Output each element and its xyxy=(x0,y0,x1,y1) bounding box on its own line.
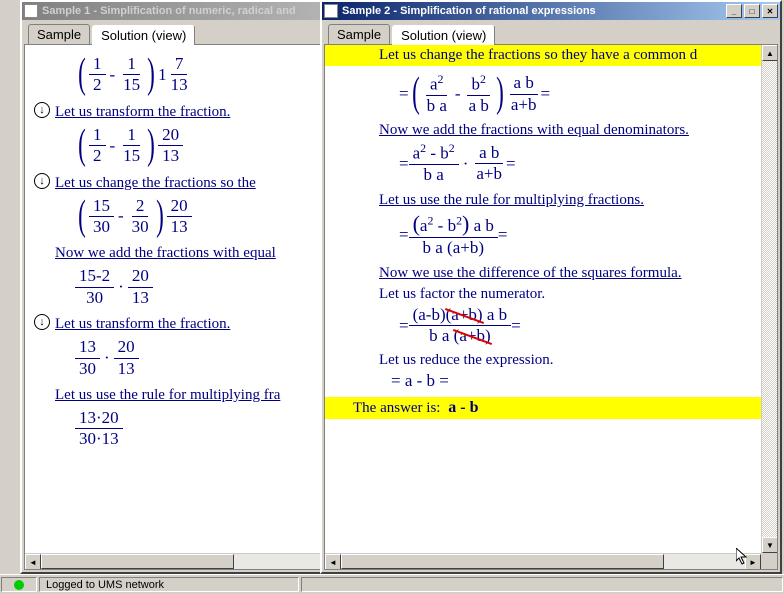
scrollbar-vertical[interactable]: ▲▼ xyxy=(761,45,777,553)
status-led-cell xyxy=(1,577,37,592)
minimize-button[interactable]: _ xyxy=(726,4,742,18)
solution-content: Let us change the fractions so they have… xyxy=(325,45,761,553)
status-bar: Logged to UMS network xyxy=(0,574,784,594)
status-spacer xyxy=(301,577,783,592)
step-text: Let us factor the numerator. xyxy=(379,282,759,303)
status-text: Logged to UMS network xyxy=(39,577,299,592)
highlight-banner: Let us change the fractions so they have… xyxy=(325,45,761,66)
window-sample2: Sample 2 - Simplification of rational ex… xyxy=(320,0,782,574)
step-text: Now we use the difference of the squares… xyxy=(379,261,759,282)
step-text: Now we add the fractions with equal deno… xyxy=(379,118,759,139)
expand-icon[interactable]: ↓ xyxy=(34,102,50,118)
tab-sample[interactable]: Sample xyxy=(328,24,390,44)
step-text: Let us reduce the expression. xyxy=(379,348,759,369)
title-text: Sample 2 - Simplification of rational ex… xyxy=(342,5,726,17)
scrollbar-horizontal[interactable]: ◄► xyxy=(325,553,761,569)
app-icon xyxy=(324,4,338,18)
maximize-button[interactable]: □ xyxy=(744,4,760,18)
expand-icon[interactable]: ↓ xyxy=(34,173,50,189)
tab-solution[interactable]: Solution (view) xyxy=(92,25,195,45)
expand-icon[interactable]: ↓ xyxy=(34,314,50,330)
close-button[interactable]: ✕ xyxy=(762,4,778,18)
math-expr: = a2 - b2b a · a ba+b = xyxy=(379,139,759,187)
step-text: Let us use the rule for multiplying frac… xyxy=(379,188,759,209)
math-expr: = a - b = xyxy=(379,369,759,393)
math-expr: = (a2 - b2) a b b a (a+b) = xyxy=(379,209,759,261)
tab-row: Sample Solution (view) xyxy=(324,22,778,45)
app-icon xyxy=(24,4,38,18)
tab-solution[interactable]: Solution (view) xyxy=(392,25,495,45)
answer-row: The answer is: a - b xyxy=(325,397,761,419)
status-led-icon xyxy=(14,580,24,590)
math-expr: = (a-b)(a+b) a b b a (a+b) = xyxy=(379,303,759,349)
titlebar-sample2[interactable]: Sample 2 - Simplification of rational ex… xyxy=(322,2,780,20)
tab-sample[interactable]: Sample xyxy=(28,24,90,44)
content-wrap: Let us change the fractions so they have… xyxy=(324,45,778,570)
math-expr: =( a2b a - b2a b ) a ba+b = xyxy=(379,70,759,118)
